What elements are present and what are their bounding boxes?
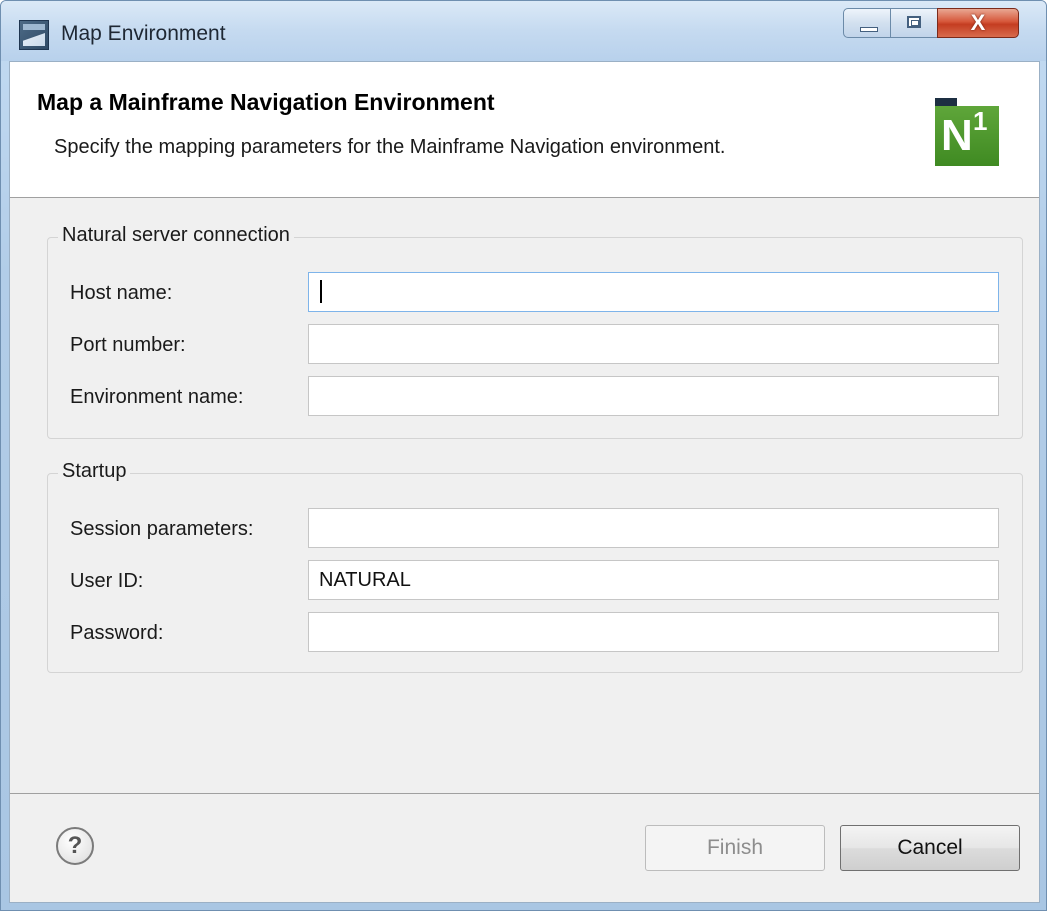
host-name-field[interactable] [308, 272, 999, 312]
cancel-button[interactable]: Cancel [840, 825, 1020, 871]
password-label: Password: [70, 622, 164, 644]
port-number-label: Port number: [70, 334, 186, 356]
close-icon: X [970, 10, 986, 35]
app-window-icon [19, 20, 49, 50]
session-parameters-field[interactable] [308, 508, 999, 548]
group-title-startup: Startup [58, 460, 131, 483]
close-button[interactable]: X [937, 8, 1019, 38]
port-number-field[interactable] [308, 324, 999, 364]
page-description: Specify the mapping parameters for the M… [54, 136, 726, 158]
minimize-button[interactable] [843, 8, 891, 38]
environment-name-label: Environment name: [70, 386, 244, 408]
maximize-button[interactable] [890, 8, 938, 38]
wizard-header: Map a Mainframe Navigation Environment S… [10, 62, 1039, 198]
title-bar[interactable]: Map Environment X [1, 1, 1046, 61]
help-icon[interactable]: ? [56, 827, 94, 865]
session-parameters-label: Session parameters: [70, 518, 254, 540]
dialog-window: Map Environment X Map a Mainframe Naviga… [0, 0, 1047, 911]
password-field[interactable] [308, 612, 999, 652]
logo-letter: N [941, 111, 973, 160]
page-title: Map a Mainframe Navigation Environment [37, 89, 495, 115]
natural-server-connection-group: Natural server connection Host name: Por… [47, 224, 1023, 439]
wizard-body: Map a Mainframe Navigation Environment S… [9, 61, 1040, 903]
maximize-icon [907, 16, 921, 28]
window-title: Map Environment [61, 22, 226, 45]
host-name-label: Host name: [70, 282, 173, 304]
minimize-icon [860, 27, 878, 32]
user-id-field[interactable]: NATURAL [308, 560, 999, 600]
user-id-label: User ID: [70, 570, 144, 592]
footer-divider [10, 793, 1039, 794]
logo-superscript: 1 [973, 106, 988, 136]
natural-one-logo-icon: N 1 [935, 98, 999, 166]
startup-group: Startup Session parameters: User ID: NAT… [47, 460, 1023, 673]
group-title-connection: Natural server connection [58, 224, 294, 247]
finish-button[interactable]: Finish [645, 825, 825, 871]
environment-name-field[interactable] [308, 376, 999, 416]
